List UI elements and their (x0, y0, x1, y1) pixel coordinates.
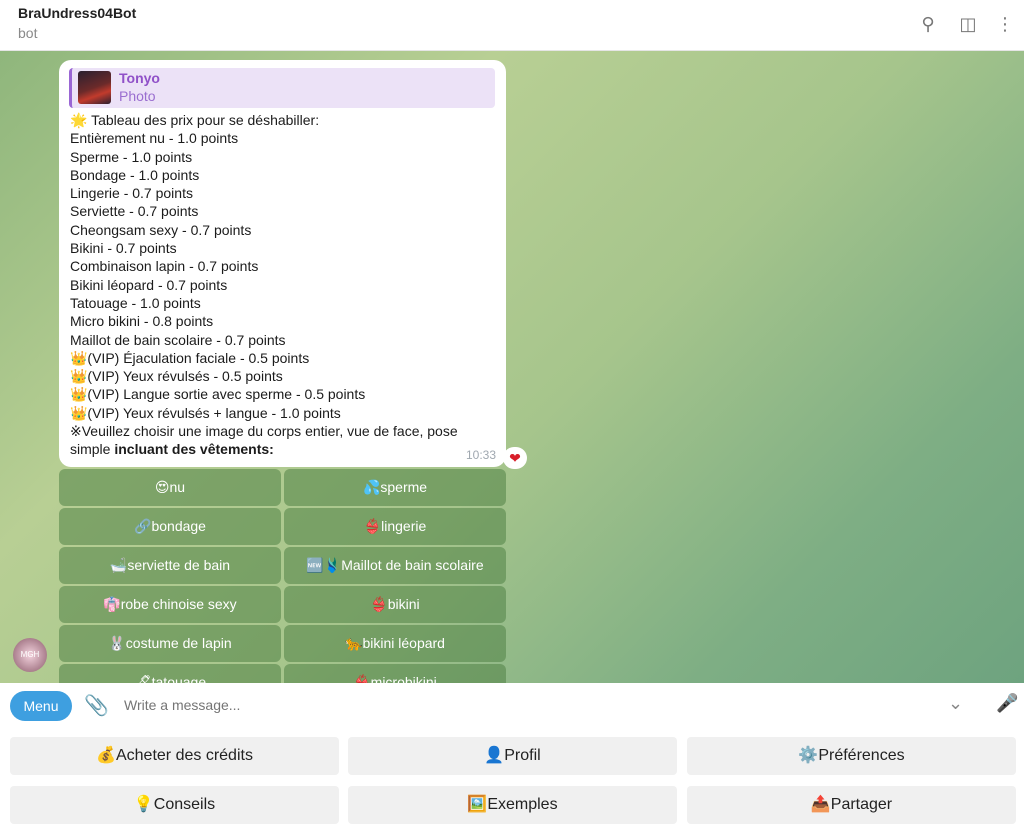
inline-button[interactable]: 👙microbikini (284, 664, 506, 683)
message-input[interactable] (124, 697, 924, 713)
message-line: Combinaison lapin - 0.7 points (70, 258, 259, 275)
message-line: Sperme - 1.0 points (70, 148, 193, 165)
message-line: Serviette - 0.7 points (70, 203, 199, 220)
message-line: Bondage - 1.0 points (70, 166, 200, 183)
inline-button[interactable]: 😍nu (59, 469, 281, 506)
message-line: Tatouage - 1.0 points (70, 294, 201, 311)
reply-thumbnail (78, 71, 111, 104)
more-icon[interactable]: ⋮ (994, 13, 1016, 35)
message-bold-text: incluant des vêtements: (114, 441, 274, 458)
menu-button[interactable]: Menu (10, 691, 72, 721)
message-line: 👑(VIP) Éjaculation faciale - 0.5 points (70, 349, 310, 366)
search-icon[interactable]: ⚲ (917, 13, 939, 35)
reply-keyboard-button[interactable]: 💰Acheter des crédits (10, 737, 339, 775)
message-text: 🌟 Tableau des prix pour se déshabiller: E… (70, 111, 500, 459)
message-line: Micro bikini - 0.8 points (70, 313, 214, 330)
message-last-line: simple (70, 441, 115, 458)
message-line: Bikini léopard - 0.7 points (70, 276, 228, 293)
attach-icon[interactable]: 📎 (84, 693, 109, 718)
inline-button[interactable]: 👙lingerie (284, 508, 506, 545)
chat-title[interactable]: BraUndress04Bot (18, 5, 136, 21)
inline-button[interactable]: 🔗bondage (59, 508, 281, 545)
avatar[interactable]: MGH Backup (13, 638, 47, 672)
message-bubble: Tonyo Photo 🌟 Tableau des prix pour se d… (59, 60, 506, 467)
message-line: 👑(VIP) Yeux révulsés + langue - 1.0 poin… (70, 404, 341, 421)
heart-reaction-icon[interactable]: ❤ (503, 447, 527, 469)
reply-type: Photo (119, 88, 156, 104)
keyboard-toggle-icon[interactable]: ⌄ (948, 693, 963, 714)
inline-button[interactable]: 💦sperme (284, 469, 506, 506)
message-line: 👑(VIP) Langue sortie avec sperme - 0.5 p… (70, 386, 366, 403)
chat-area: Tonyo Photo 🌟 Tableau des prix pour se d… (0, 51, 1024, 683)
sidebar-icon[interactable]: ◫ (957, 13, 979, 35)
microphone-icon[interactable]: 🎤 (996, 693, 1018, 714)
reply-keyboard-button[interactable]: 👤Profil (348, 737, 677, 775)
reply-sender: Tonyo (119, 70, 160, 86)
reply-preview[interactable]: Tonyo Photo (69, 68, 495, 108)
reply-keyboard-button[interactable]: 📤Partager (687, 786, 1016, 824)
inline-button[interactable]: 🐆bikini léopard (284, 625, 506, 662)
input-bar: Menu 📎 ⌄ 🎤 (0, 683, 1024, 730)
chat-header: BraUndress04Bot bot ⚲ ◫ ⋮ (0, 0, 1024, 51)
reply-keyboard-button[interactable]: 💡Conseils (10, 786, 339, 824)
inline-button[interactable]: 👘robe chinoise sexy (59, 586, 281, 623)
inline-button[interactable]: 👙bikini (284, 586, 506, 623)
message-line: Entièrement nu - 1.0 points (70, 130, 239, 147)
reply-keyboard-button[interactable]: 🖼️Exemples (348, 786, 677, 824)
message-time: 10:33 (465, 448, 496, 462)
reply-keyboard-button[interactable]: ⚙️Préférences (687, 737, 1016, 775)
message-line: Maillot de bain scolaire - 0.7 points (70, 331, 286, 348)
message-line: 👑(VIP) Yeux révulsés - 0.5 points (70, 368, 283, 385)
message-line: Cheongsam sexy - 0.7 points (70, 221, 252, 238)
chat-subtitle: bot (18, 25, 38, 41)
inline-button[interactable]: 🛁serviette de bain (59, 547, 281, 584)
inline-button[interactable]: 🐰costume de lapin (59, 625, 281, 662)
inline-button[interactable]: 🖊tatouage (59, 664, 281, 683)
message-line: Bikini - 0.7 points (70, 240, 177, 257)
message-line: ※Veuillez choisir une image du corps ent… (70, 423, 458, 440)
inline-button[interactable]: 🆕🩱Maillot de bain scolaire (284, 547, 506, 584)
message-line: 🌟 Tableau des prix pour se déshabiller: (70, 112, 320, 128)
message-line: Lingerie - 0.7 points (70, 185, 193, 202)
